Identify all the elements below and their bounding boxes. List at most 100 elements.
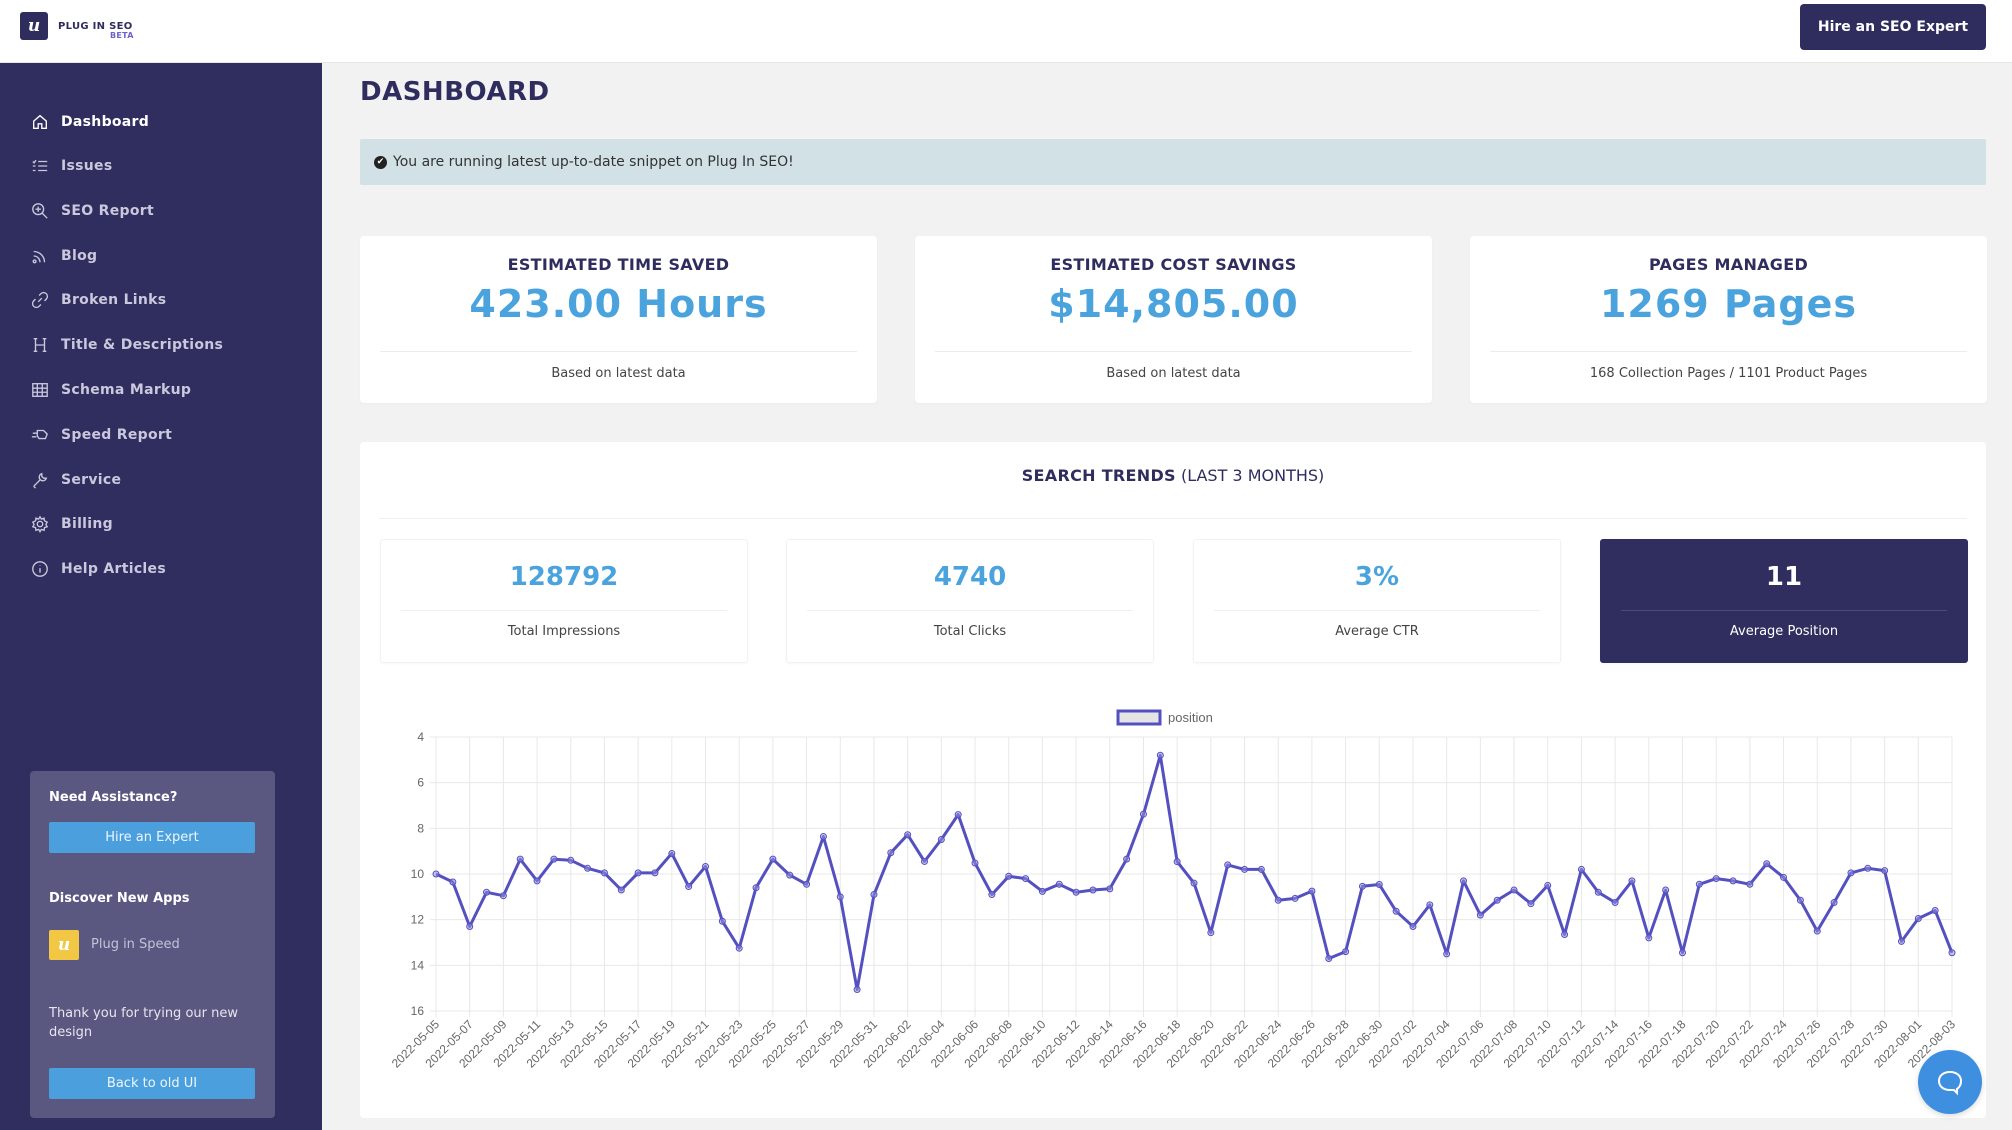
sidebar-item-issues[interactable]: Issues	[30, 151, 112, 181]
sidebar-item-seo-report[interactable]: SEO Report	[30, 196, 154, 226]
data-point	[1493, 896, 1501, 904]
data-point	[752, 884, 760, 892]
sidebar-item-label: Blog	[61, 248, 98, 264]
data-point	[533, 877, 541, 885]
data-point	[836, 893, 844, 901]
data-point	[1813, 927, 1821, 935]
data-point	[483, 888, 491, 896]
back-to-old-ui-button[interactable]: Back to old UI	[49, 1068, 255, 1099]
gear-icon	[30, 514, 50, 534]
discover-apps-heading: Discover New Apps	[49, 891, 190, 906]
sidebar-item-label: Help Articles	[61, 561, 166, 577]
link-icon	[30, 290, 50, 310]
data-point	[1931, 907, 1939, 915]
data-point	[617, 886, 625, 894]
search-trends-panel: SEARCH TRENDS (LAST 3 MONTHS) 128792 Tot…	[360, 442, 1986, 1118]
data-point	[1207, 929, 1215, 937]
data-point	[1308, 887, 1316, 895]
wrench-icon	[30, 470, 50, 490]
y-tick-label: 10	[411, 867, 425, 881]
card-value: $14,805.00	[1048, 282, 1299, 326]
data-point	[1476, 911, 1484, 919]
sidebar-item-label: Broken Links	[61, 292, 167, 308]
data-point	[1662, 886, 1670, 894]
data-point	[819, 833, 827, 841]
sidebar-item-speed-report[interactable]: Speed Report	[30, 420, 172, 450]
data-point	[853, 986, 861, 994]
speed-icon	[30, 425, 50, 445]
sidebar-item-blog[interactable]: Blog	[30, 241, 97, 271]
position-line-chart: 468101214162022-05-052022-05-072022-05-0…	[389, 709, 1958, 1071]
assistance-heading: Need Assistance?	[49, 790, 178, 805]
data-point	[1257, 865, 1265, 873]
data-point	[516, 855, 524, 863]
data-point	[1847, 869, 1855, 877]
hire-expert-button[interactable]: Hire an Expert	[49, 822, 255, 853]
legend-label: position	[1168, 710, 1213, 725]
data-point	[1914, 915, 1922, 923]
card-value: 423.00 Hours	[469, 282, 768, 326]
data-point	[1325, 954, 1333, 962]
plug-in-speed-app-icon[interactable]: u	[49, 930, 79, 960]
sidebar-item-label: Dashboard	[61, 114, 150, 130]
card-subtext: Based on latest data	[1106, 366, 1241, 381]
data-point	[1460, 877, 1468, 885]
chat-button[interactable]	[1918, 1050, 1982, 1114]
data-point	[1106, 885, 1114, 893]
data-point	[1628, 877, 1636, 885]
sidebar-item-label: SEO Report	[61, 203, 154, 219]
position-series-line	[435, 753, 1954, 991]
sidebar-item-title-descriptions[interactable]: Title & Descriptions	[30, 330, 223, 360]
data-point	[1443, 950, 1451, 958]
card-divider	[380, 351, 857, 352]
sidebar-item-help-articles[interactable]: Help Articles	[30, 554, 166, 584]
data-point	[685, 883, 693, 891]
cost-savings-card: ESTIMATED COST SAVINGS $14,805.00 Based …	[915, 236, 1432, 403]
hire-seo-expert-button[interactable]: Hire an SEO Expert	[1800, 4, 1986, 50]
sidebar-item-label: Title & Descriptions	[61, 337, 224, 353]
data-point	[1678, 949, 1686, 957]
sidebar: Dashboard Issues SEO Report Blog Broken …	[0, 63, 322, 1130]
data-point	[432, 870, 440, 878]
home-icon	[30, 112, 50, 132]
data-point	[870, 891, 878, 899]
data-point	[1190, 879, 1198, 887]
sidebar-item-schema-markup[interactable]: Schema Markup	[30, 375, 191, 405]
y-tick-label: 4	[417, 730, 424, 744]
plug-in-speed-link[interactable]: Plug in Speed	[91, 937, 180, 952]
data-point	[1123, 855, 1131, 863]
logo-icon[interactable]: u	[20, 12, 48, 40]
data-point	[466, 923, 474, 931]
data-point	[1594, 888, 1602, 896]
sidebar-item-dashboard[interactable]: Dashboard	[30, 107, 149, 137]
table-icon	[30, 380, 50, 400]
data-point	[769, 855, 777, 863]
data-point	[1072, 888, 1080, 896]
data-point	[803, 880, 811, 888]
sidebar-item-label: Issues	[61, 158, 113, 174]
data-point	[1375, 881, 1383, 889]
sidebar-item-billing[interactable]: Billing	[30, 509, 113, 539]
data-point	[1561, 931, 1569, 939]
data-point	[1948, 949, 1956, 957]
data-point	[735, 944, 743, 952]
data-point	[584, 864, 592, 872]
card-divider	[935, 351, 1412, 352]
data-point	[1392, 907, 1400, 915]
data-point	[988, 891, 996, 899]
alert-text: You are running latest up-to-date snippe…	[393, 154, 794, 170]
sidebar-item-broken-links[interactable]: Broken Links	[30, 285, 166, 315]
data-point	[567, 856, 575, 864]
rss-icon	[30, 246, 50, 266]
y-tick-label: 8	[417, 821, 424, 835]
info-icon	[30, 559, 50, 579]
data-point	[904, 831, 912, 839]
sidebar-item-label: Schema Markup	[61, 382, 192, 398]
y-tick-label: 16	[411, 1004, 425, 1018]
data-point	[1796, 896, 1804, 904]
data-point	[971, 859, 979, 867]
thanks-message: Thank you for trying our new design	[49, 1006, 238, 1040]
data-point	[1645, 934, 1653, 942]
sidebar-item-service[interactable]: Service	[30, 465, 121, 495]
sidebar-item-label: Speed Report	[61, 427, 173, 443]
